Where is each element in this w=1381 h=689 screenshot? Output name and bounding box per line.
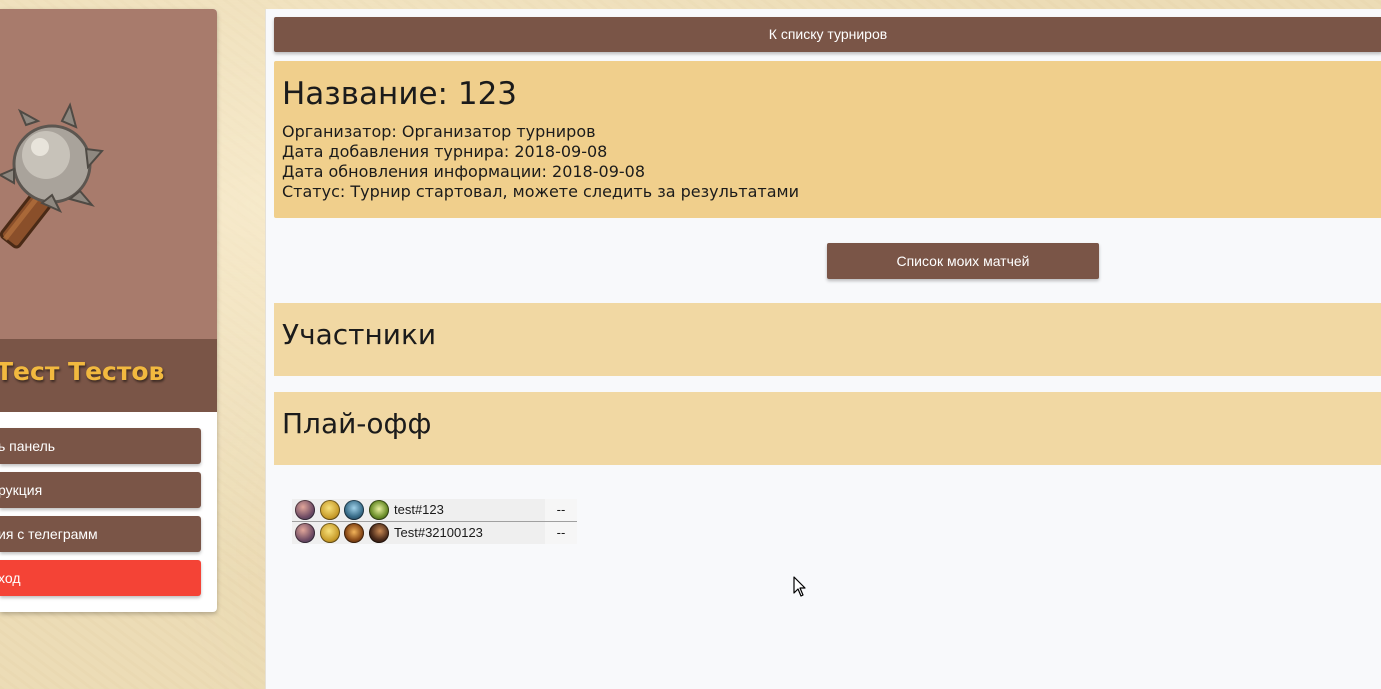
team-name: Test#32100123 [394,525,483,540]
main-panel: К списку турниров Название: 123 Организа… [265,9,1381,689]
tournament-date-updated: Дата обновления информации: 2018-09-08 [282,162,645,181]
sidebar: Тест Тестов ь панель рукция ия с телегра… [0,9,217,612]
sidebar-item-logout[interactable]: ход [0,560,201,596]
sidebar-item-panel[interactable]: ь панель [0,428,201,464]
playoff-title: Плай-офф [282,407,432,440]
username-bar: Тест Тестов [0,339,217,412]
mace-icon [0,102,104,249]
back-to-tournaments-button[interactable]: К списку турниров [274,17,1381,52]
bracket-team-row[interactable]: Test#32100123 -- [292,522,577,544]
team-score: -- [545,499,577,521]
avatar [0,9,217,339]
mouse-cursor-icon [793,576,806,597]
bracket-team-row[interactable]: test#123 -- [292,499,577,522]
username: Тест Тестов [0,357,165,386]
tournament-date-added: Дата добавления турнира: 2018-09-08 [282,142,608,161]
bronze-emblem-icon [344,523,364,543]
tournament-status: Статус: Турнир стартовал, можете следить… [282,182,799,201]
hero-portrait-icon [295,500,315,520]
team-score: -- [545,522,577,544]
tournament-title: Название: 123 [282,76,518,112]
gold-shield-icon [320,500,340,520]
tournament-info-card: Название: 123 Организатор: Организатор т… [274,61,1381,218]
green-leaf-icon [369,500,389,520]
team-name: test#123 [394,502,444,517]
sidebar-item-instruction[interactable]: рукция [0,472,201,508]
dark-claw-icon [369,523,389,543]
sidebar-item-label: ия с телеграмм [0,526,98,542]
sidebar-item-label: рукция [0,482,43,498]
hero-portrait-icon [295,523,315,543]
sidebar-item-label: ь панель [0,438,56,454]
playoff-section[interactable]: Плай-офф [274,392,1381,465]
my-matches-button[interactable]: Список моих матчей [827,243,1099,279]
gold-shield-icon [320,523,340,543]
participants-title: Участники [282,318,437,351]
participants-section[interactable]: Участники [274,303,1381,376]
tournament-organizer: Организатор: Организатор турниров [282,122,596,141]
sidebar-item-label: ход [0,570,21,586]
playoff-bracket: test#123 -- Test#32100123 -- [292,499,577,544]
blue-wing-icon [344,500,364,520]
sidebar-item-telegram[interactable]: ия с телеграмм [0,516,201,552]
